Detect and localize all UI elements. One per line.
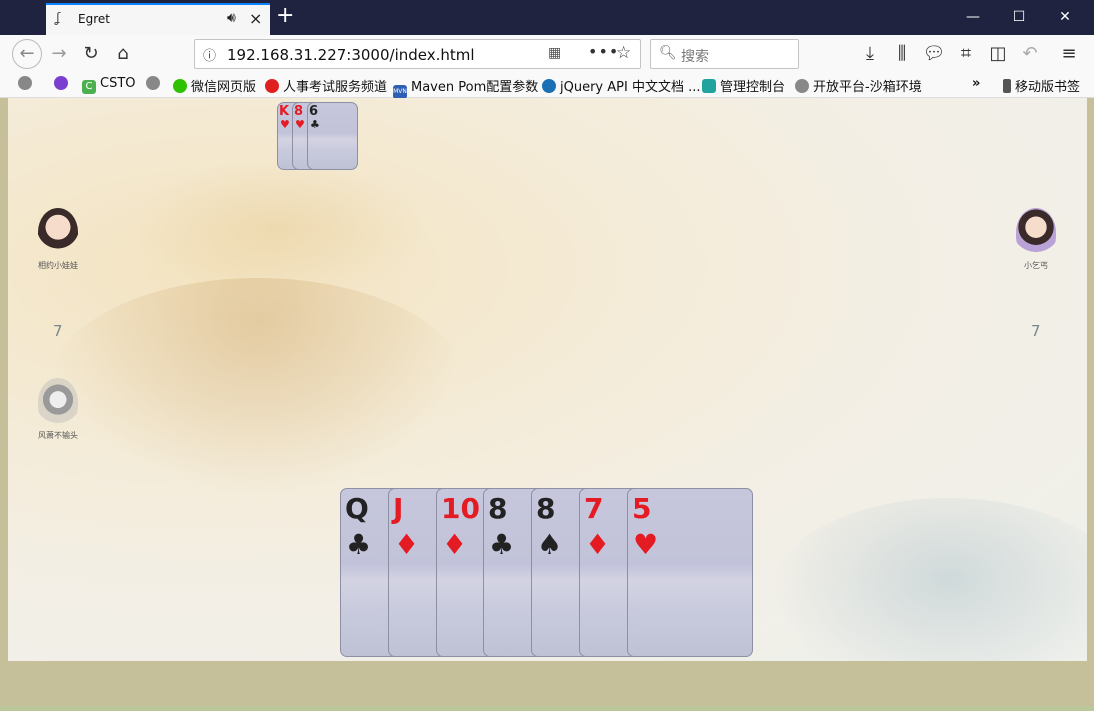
window-border-left <box>0 98 8 711</box>
player-left-name: 相约小娃娃 <box>38 261 78 270</box>
bookmark-item[interactable]: C CSTO <box>82 76 136 94</box>
player-right-avatar[interactable]: 小乞丐 <box>1008 208 1064 272</box>
new-tab-button[interactable]: + <box>276 4 294 28</box>
browser-tab[interactable]: ʆ Egret 🔊︎ × <box>46 3 270 35</box>
minimize-button[interactable]: — <box>950 0 996 35</box>
bookmark-item[interactable] <box>146 76 164 92</box>
card-suit-icon: ♦ <box>394 528 420 561</box>
jquery-icon <box>542 79 556 93</box>
search-icon: 🔍︎ <box>659 45 677 61</box>
csto-icon: C <box>82 80 96 94</box>
bookmark-item[interactable]: jQuery API 中文文档 ... <box>542 76 700 95</box>
menu-icon[interactable]: ≡ <box>1056 41 1082 67</box>
avatar-portrait <box>1016 208 1056 256</box>
player-right-name: 小乞丐 <box>1024 261 1048 270</box>
window-border-bottom <box>0 706 1094 711</box>
tab-close-icon[interactable]: × <box>249 9 262 28</box>
card-rank: K <box>279 104 290 119</box>
downloads-icon[interactable]: ⤓ <box>857 41 883 67</box>
forward-button[interactable]: → <box>46 41 72 67</box>
card-rank: 8 <box>536 492 556 525</box>
avatar-portrait <box>38 378 78 426</box>
card-suit-icon: ♥ <box>295 118 305 131</box>
player-self-name: 风萧不输头 <box>38 431 78 440</box>
player-self-avatar[interactable]: 风萧不输头 <box>30 378 86 442</box>
card-rank: 8 <box>488 492 508 525</box>
globe-icon <box>18 76 32 90</box>
speaker-icon[interactable]: 🔊︎ <box>227 10 236 26</box>
game-bottom-bar <box>8 661 1087 706</box>
crop-icon[interactable]: ⌗ <box>953 41 979 67</box>
hr-exam-icon <box>265 79 279 93</box>
bookmark-item[interactable]: 开放平台-沙箱环境 <box>795 76 922 95</box>
player-right-card-count: 7 <box>1031 322 1041 340</box>
card-suit-icon: ♣ <box>346 528 372 561</box>
browser-title-bar: ʆ Egret 🔊︎ × + — ☐ ✕ <box>0 0 1094 35</box>
card-suit-icon: ♣ <box>310 118 320 131</box>
console-icon <box>702 79 716 93</box>
bookmark-item[interactable]: 管理控制台 <box>702 76 785 95</box>
card-rank: 5 <box>632 492 652 525</box>
bookmark-item[interactable]: 微信网页版 <box>173 76 256 95</box>
more-bookmarks-chevron-icon[interactable]: » <box>972 76 980 91</box>
background-mountain <box>48 278 468 498</box>
site-info-icon[interactable]: ⓘ <box>203 45 216 64</box>
maven-icon: MVN <box>393 85 407 99</box>
library-icon[interactable]: ⫼ <box>889 41 915 67</box>
egret-favicon-icon: ʆ <box>56 11 61 26</box>
game-canvas[interactable]: 相约小娃娃 7 小乞丐 7 风萧不输头 K ♥ 8 ♥ 6 ♣ Q ♣ J ♦ … <box>8 98 1087 661</box>
bookmark-item-mobile[interactable]: 移动版书签 <box>1003 76 1080 95</box>
card-suit-icon: ♦ <box>585 528 611 561</box>
bookmark-star-icon[interactable]: ☆ <box>616 43 631 63</box>
page-actions-icon[interactable]: ••• <box>588 42 619 61</box>
chat-icon[interactable]: 💬︎ <box>921 41 947 67</box>
purple-orb-icon <box>54 76 68 90</box>
maximize-button[interactable]: ☐ <box>996 0 1042 35</box>
card-suit-icon: ♠ <box>537 528 563 561</box>
card-rank: J <box>393 492 404 525</box>
card-suit-icon: ♥ <box>280 118 290 131</box>
navigation-toolbar: ← → ↻ ⌂ ⓘ 192.168.31.227:3000/index.html… <box>0 35 1094 73</box>
card-rank: 6 <box>309 104 319 119</box>
card-rank: Q <box>345 492 369 525</box>
bookmark-item[interactable]: 人事考试服务频道 <box>265 76 387 95</box>
card-suit-icon: ♣ <box>489 528 515 561</box>
player-left-avatar[interactable]: 相约小娃娃 <box>30 208 86 272</box>
globe-icon <box>795 79 809 93</box>
bookmark-item[interactable] <box>54 76 72 92</box>
card-suit-icon: ♦ <box>442 528 468 561</box>
sidebar-icon[interactable]: ◫ <box>985 41 1011 67</box>
url-text[interactable]: 192.168.31.227:3000/index.html <box>227 46 475 64</box>
back-button[interactable]: ← <box>12 39 42 69</box>
undo-icon[interactable]: ↶ <box>1017 41 1043 67</box>
card-rank: 8 <box>294 104 304 119</box>
background-mountain <box>768 498 1087 661</box>
globe-icon <box>146 76 160 90</box>
window-border-right <box>1087 98 1094 711</box>
search-placeholder: 搜索 <box>681 49 709 65</box>
bookmarks-toolbar: C CSTO 微信网页版 人事考试服务频道 MVN Maven Pom配置参数 jQ… <box>0 73 1094 99</box>
mobile-icon <box>1003 79 1011 93</box>
bookmark-item[interactable] <box>18 76 36 92</box>
avatar-portrait <box>38 208 78 256</box>
background-mountain <box>128 158 428 298</box>
hand-card[interactable]: 5 ♥ <box>627 488 753 657</box>
wechat-icon <box>173 79 187 93</box>
search-box[interactable]: 🔍︎ 搜索 <box>650 39 799 69</box>
card-rank: 7 <box>584 492 604 525</box>
address-bar[interactable]: ⓘ 192.168.31.227:3000/index.html ▦ ••• ☆ <box>194 39 641 69</box>
bookmark-item[interactable]: MVN Maven Pom配置参数 <box>393 76 538 99</box>
card-suit-icon: ♥ <box>633 528 659 561</box>
played-card: 6 ♣ <box>307 102 358 170</box>
tab-title: Egret <box>78 12 110 26</box>
player-left-card-count: 7 <box>53 322 63 340</box>
close-window-button[interactable]: ✕ <box>1042 0 1088 35</box>
qr-code-icon[interactable]: ▦ <box>548 45 561 61</box>
card-rank: 10 <box>441 492 480 525</box>
reload-button[interactable]: ↻ <box>78 41 104 67</box>
home-button[interactable]: ⌂ <box>110 41 136 67</box>
